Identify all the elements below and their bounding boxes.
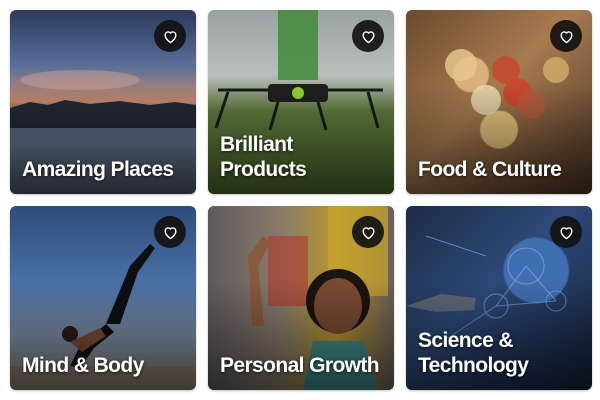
category-card-personal-growth[interactable]: Personal Growth bbox=[208, 206, 394, 390]
heart-outline-icon bbox=[163, 30, 177, 43]
category-card-brilliant-products[interactable]: Brilliant Products bbox=[208, 10, 394, 194]
heart-outline-icon bbox=[559, 226, 573, 239]
card-title: Brilliant Products bbox=[220, 133, 307, 181]
category-card-amazing-places[interactable]: Amazing Places bbox=[10, 10, 196, 194]
card-title: Amazing Places bbox=[22, 158, 174, 181]
favorite-button[interactable] bbox=[550, 20, 582, 52]
favorite-button[interactable] bbox=[154, 216, 186, 248]
card-title: Food & Culture bbox=[418, 158, 562, 181]
favorite-button[interactable] bbox=[550, 216, 582, 248]
card-title: Mind & Body bbox=[22, 354, 144, 377]
favorite-button[interactable] bbox=[352, 20, 384, 52]
category-card-food-culture[interactable]: Food & Culture bbox=[406, 10, 592, 194]
category-card-science-technology[interactable]: Science & Technology bbox=[406, 206, 592, 390]
heart-outline-icon bbox=[559, 30, 573, 43]
heart-outline-icon bbox=[361, 30, 375, 43]
favorite-button[interactable] bbox=[352, 216, 384, 248]
heart-outline-icon bbox=[163, 226, 177, 239]
category-card-mind-body[interactable]: Mind & Body bbox=[10, 206, 196, 390]
card-title: Science & Technology bbox=[418, 329, 529, 377]
card-title: Personal Growth bbox=[220, 354, 380, 377]
category-grid: Amazing Places Brilliant Products Food &… bbox=[0, 0, 600, 400]
heart-outline-icon bbox=[361, 226, 375, 239]
favorite-button[interactable] bbox=[154, 20, 186, 52]
